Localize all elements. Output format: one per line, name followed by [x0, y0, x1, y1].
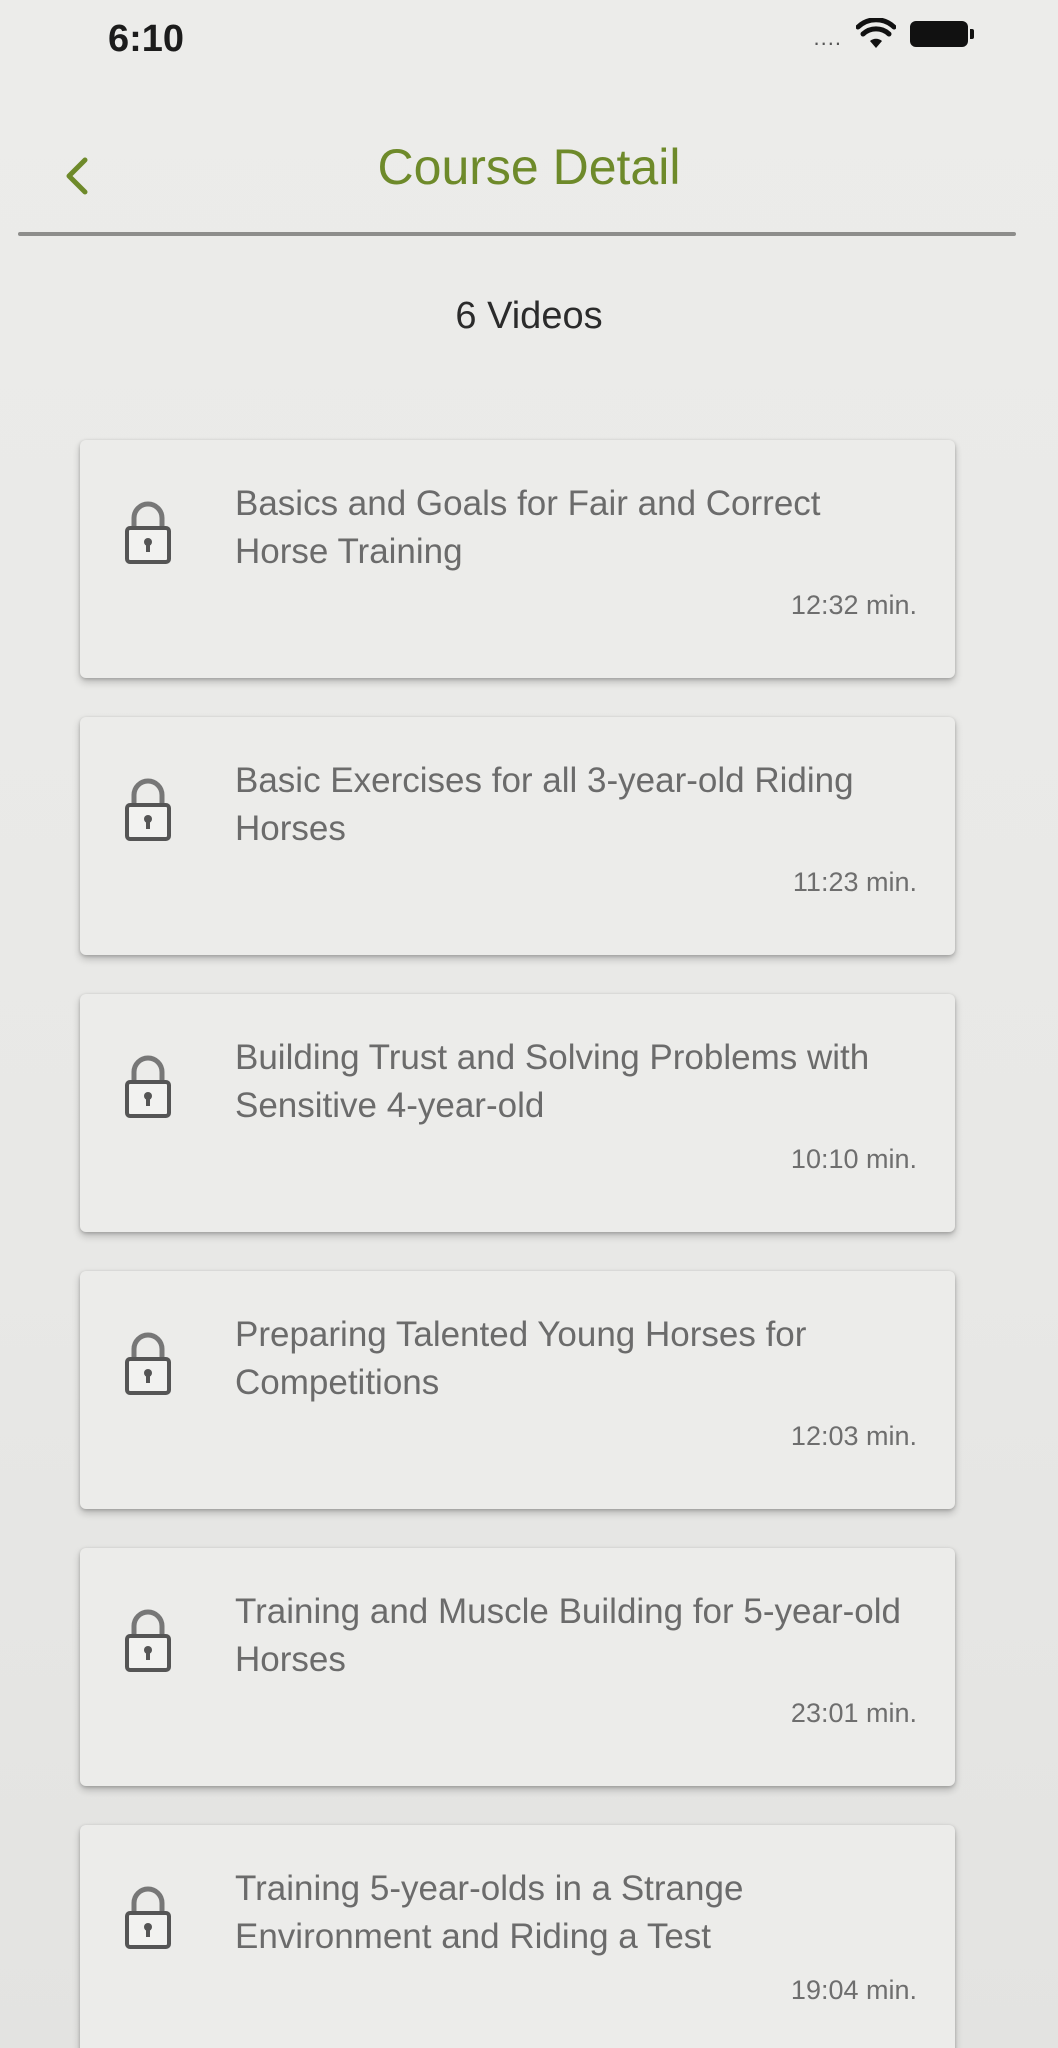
- navigation-bar: Course Detail: [0, 110, 1058, 235]
- signal-icon: ....: [813, 25, 842, 50]
- video-card[interactable]: Building Trust and Solving Problems with…: [80, 994, 955, 1232]
- video-duration: 23:01 min.: [790, 1698, 917, 1728]
- video-title: Basic Exercises for all 3-year-old Ridin…: [235, 761, 854, 848]
- video-title: Preparing Talented Young Horses for Comp…: [235, 1315, 807, 1402]
- video-count-label: 6 Videos: [455, 295, 603, 337]
- video-title: Basics and Goals for Fair and Correct Ho…: [235, 484, 821, 571]
- lock-icon: [125, 1055, 171, 1118]
- video-card[interactable]: Training 5-year-olds in a Strange Enviro…: [80, 1825, 955, 2048]
- wifi-icon: [856, 18, 896, 48]
- video-duration: 19:04 min.: [790, 1975, 917, 2005]
- lock-icon: [125, 1609, 171, 1672]
- course-detail-screen: 6:10 .... Course Detail 6 Videos Basics …: [0, 0, 1058, 2048]
- battery-icon: [910, 21, 974, 47]
- status-bar: 6:10 ....: [0, 0, 1058, 80]
- page-title: Course Detail: [377, 139, 681, 195]
- lock-icon: [125, 778, 171, 841]
- video-title: Training and Muscle Building for 5-year-…: [235, 1592, 901, 1679]
- video-card[interactable]: Training and Muscle Building for 5-year-…: [80, 1548, 955, 1786]
- video-title: Building Trust and Solving Problems with…: [235, 1038, 870, 1125]
- video-duration: 10:10 min.: [790, 1144, 917, 1174]
- header-divider: [18, 232, 1016, 236]
- lock-icon: [125, 1332, 171, 1395]
- lock-icon: [125, 1886, 171, 1949]
- video-card[interactable]: Preparing Talented Young Horses for Comp…: [80, 1271, 955, 1509]
- video-card[interactable]: Basics and Goals for Fair and Correct Ho…: [80, 440, 955, 678]
- video-duration: 12:03 min.: [790, 1421, 917, 1451]
- status-time: 6:10: [108, 18, 185, 60]
- video-duration: 12:32 min.: [790, 590, 917, 620]
- video-title: Training 5-year-olds in a Strange Enviro…: [235, 1869, 744, 1956]
- video-card[interactable]: Basic Exercises for all 3-year-old Ridin…: [80, 717, 955, 955]
- video-duration: 11:23 min.: [792, 867, 917, 897]
- lock-icon: [125, 501, 171, 564]
- status-indicators: ....: [813, 18, 974, 50]
